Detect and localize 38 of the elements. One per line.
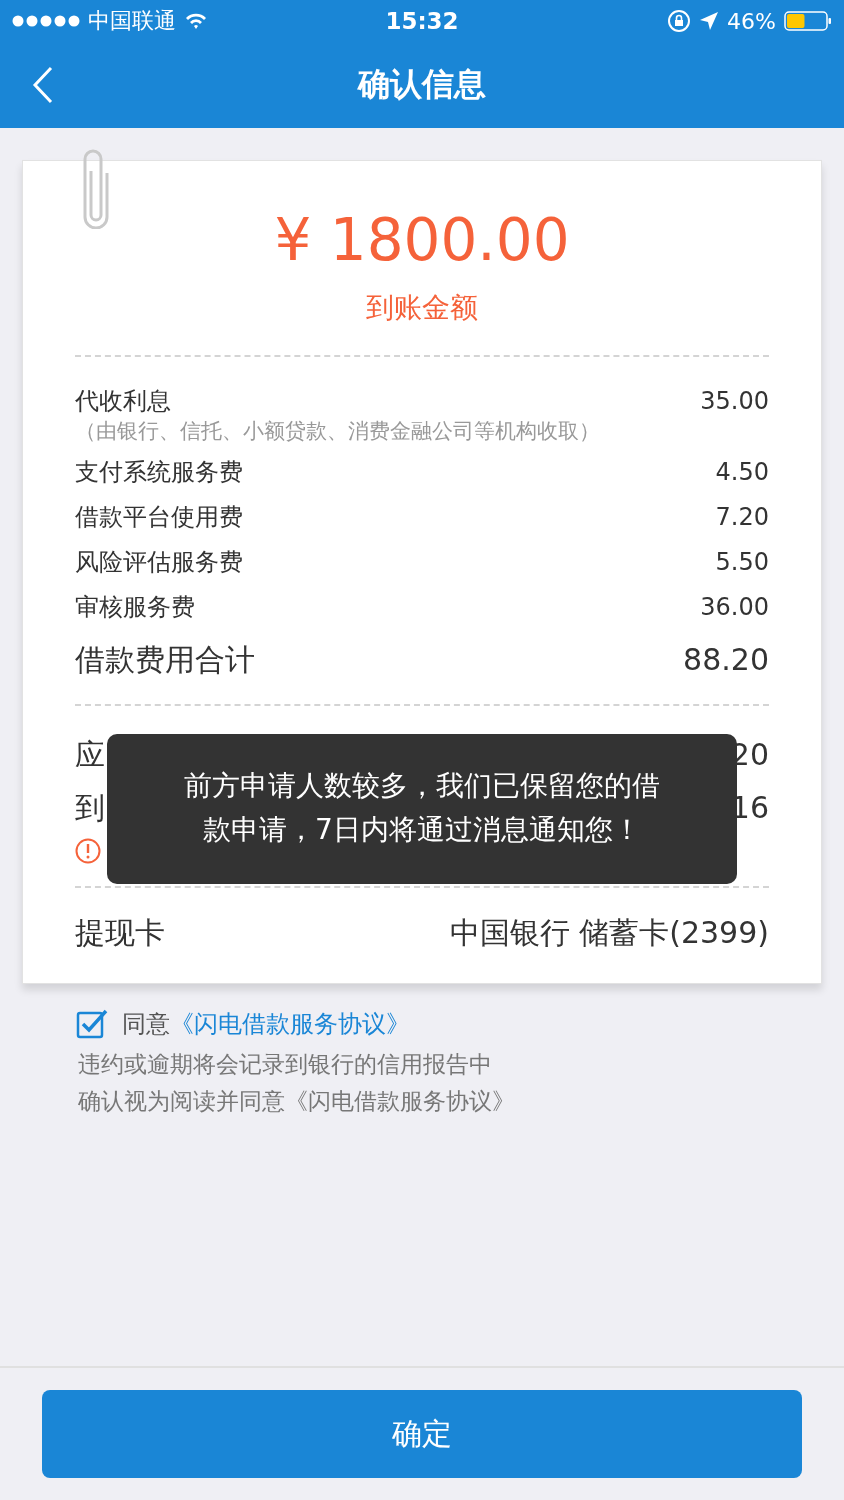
fee-label: 借款平台使用费: [75, 502, 243, 533]
fee-value: 36.00: [700, 592, 769, 623]
paperclip-icon: [83, 149, 109, 229]
fee-value: 35.00: [700, 386, 769, 417]
back-icon[interactable]: [32, 66, 54, 104]
fee-note: （由银行、信托、小额贷款、消费金融公司等机构收取）: [75, 418, 601, 444]
repayment-label: 应: [75, 736, 105, 774]
notice-text: 违约或逾期将会记录到银行的信用报告中: [78, 1050, 493, 1079]
fee-label: 审核服务费: [75, 592, 195, 623]
card-value: 中国银行 储蓄卡(2399): [449, 914, 769, 952]
toast-message: 前方申请人数较多，我们已保留您的借款申请，7日内将通过消息通知您！: [107, 734, 737, 884]
carrier-name: 中国联通: [88, 7, 176, 35]
fee-value: 7.20: [715, 502, 769, 533]
signal-icon: [12, 15, 80, 27]
agreement-link[interactable]: 《闪电借款服务协议》: [170, 1010, 410, 1038]
amount-label: 到账金额: [365, 290, 479, 326]
total-value: 88.20: [683, 641, 769, 679]
amount-value: ¥ 1800.00: [273, 205, 571, 275]
confirm-button[interactable]: 确定: [42, 1390, 802, 1478]
fee-label: 代收利息: [75, 386, 171, 417]
wifi-icon: [184, 12, 208, 30]
warning-icon: [75, 838, 101, 864]
fee-label: 支付系统服务费: [75, 457, 243, 488]
clock-time: 15:32: [385, 8, 459, 34]
battery-icon: [784, 11, 832, 31]
checkbox[interactable]: [76, 1009, 108, 1039]
agreement-text: 同意《闪电借款服务协议》: [122, 1009, 410, 1040]
card-label: 提现卡: [75, 914, 165, 952]
fee-value: 4.50: [715, 457, 769, 488]
fee-value: 5.50: [715, 547, 769, 578]
notice-text: 确认视为阅读并同意《闪电借款服务协议》: [78, 1087, 516, 1116]
rotation-lock-icon: [667, 9, 692, 33]
fee-label: 风险评估服务费: [75, 547, 243, 578]
page-title: 确认信息: [358, 64, 486, 105]
battery-percent: 46%: [727, 8, 776, 34]
total-label: 借款费用合计: [75, 641, 255, 679]
repayment-label: 到: [75, 789, 105, 827]
location-arrow-icon: [699, 11, 720, 31]
